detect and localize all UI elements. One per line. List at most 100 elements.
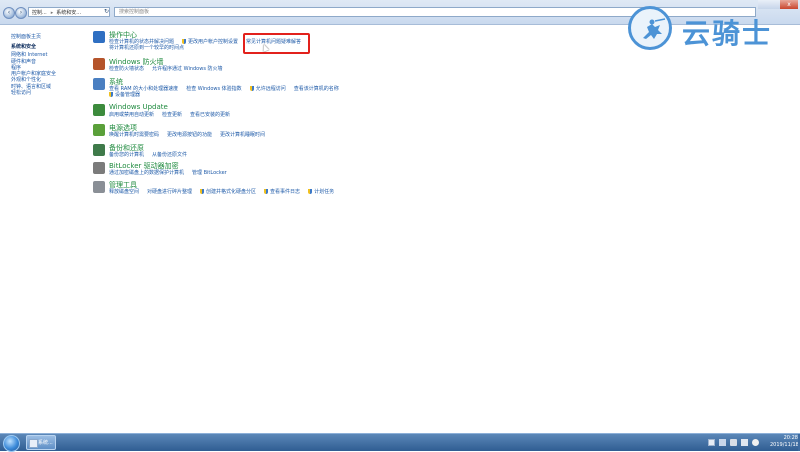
windows-firewall-icon[interactable]	[93, 58, 105, 70]
task-link-label: 从备份还原文件	[152, 152, 188, 158]
category-links: 启用或禁用自动更新 检查更新 查看已安装的更新	[109, 112, 709, 118]
clock-date: 2019/11/18	[770, 442, 799, 448]
clock[interactable]: 20:28 2019/11/18	[770, 435, 799, 449]
left-nav-list: 系统和安全 网络和 Internet 硬件和声音 程序 用户帐户和家庭安全 外观…	[11, 44, 56, 96]
task-link[interactable]: 允许远程访问	[249, 86, 286, 92]
knight-rider-icon	[643, 18, 666, 39]
category-links: 释放磁盘空间 对硬盘进行碎片整理 创建并格式化硬盘分区 查看事件日志 计划任务	[109, 189, 709, 195]
link-row: 将计算机还原到一个较早的时间点	[109, 45, 709, 51]
task-link-label: 检查防火墙状态	[109, 66, 145, 72]
address-segment-system-security[interactable]: 系统和安...	[56, 10, 81, 16]
task-link-label: 将计算机还原到一个较早的时间点	[109, 45, 185, 51]
control-panel-icon	[29, 439, 38, 448]
taskbar-button-control-panel[interactable]: 系统...	[26, 435, 56, 450]
task-link[interactable]: 检查更新	[162, 112, 182, 118]
back-button[interactable]: ‹	[3, 7, 15, 19]
logo-badge	[628, 6, 672, 50]
task-link[interactable]: 从备份还原文件	[152, 152, 187, 158]
task-link-label: 允许远程访问	[255, 86, 286, 92]
uac-shield-icon	[182, 39, 187, 44]
network-icon[interactable]	[719, 439, 726, 446]
input-method-icon[interactable]	[730, 439, 737, 446]
brand-logo: 云骑士	[628, 4, 798, 56]
task-link-label: 查看事件日志	[270, 189, 301, 195]
task-link[interactable]: 检查防火墙状态	[109, 66, 144, 72]
forward-button[interactable]: ›	[15, 7, 27, 19]
task-link-label: 允许程序通过 Windows 防火墙	[152, 66, 223, 72]
task-link[interactable]: 管理 BitLocker	[192, 170, 227, 176]
power-options-icon[interactable]	[93, 124, 105, 136]
task-link[interactable]: 对硬盘进行碎片整理	[147, 189, 192, 195]
task-link[interactable]: 将计算机还原到一个较早的时间点	[109, 45, 184, 51]
chevron-right-icon: ▸	[50, 10, 54, 16]
task-link[interactable]: 更改计算机睡眠时间	[220, 132, 265, 138]
task-link-label: 检查 Windows 体验指数	[186, 86, 242, 92]
bitlocker-icon[interactable]	[93, 162, 105, 174]
task-link-label: 释放磁盘空间	[109, 189, 140, 195]
task-link[interactable]: 更改电源按钮的功能	[167, 132, 212, 138]
task-link-label: 更改电源按钮的功能	[167, 132, 213, 138]
control-panel-home-link[interactable]: 控制面板主页	[11, 33, 41, 40]
address-bar[interactable]: 控制... ▸ 系统和安...	[28, 7, 110, 17]
start-button[interactable]	[3, 435, 20, 452]
link-row: 释放磁盘空间 对硬盘进行碎片整理 创建并格式化硬盘分区 查看事件日志 计划任务	[109, 189, 709, 195]
keyboard-icon[interactable]	[741, 439, 748, 446]
task-link[interactable]: 唤醒计算机时需要密码	[109, 132, 159, 138]
link-row: 设备管理器	[109, 92, 709, 98]
task-link[interactable]: 查看事件日志	[264, 189, 300, 195]
windows-update-icon[interactable]	[93, 104, 105, 116]
left-nav-pane: 控制面板主页 系统和安全 网络和 Internet 硬件和声音 程序 用户帐户和…	[0, 25, 90, 432]
link-row: 备份您的计算机 从备份还原文件	[109, 152, 709, 158]
task-link[interactable]: 备份您的计算机	[109, 152, 144, 158]
task-link[interactable]: 通过加密磁盘上的数据保护计算机	[109, 170, 184, 176]
uac-shield-icon	[109, 92, 113, 97]
address-segment-control-panel[interactable]: 控制...	[32, 10, 47, 16]
task-link-label: 备份您的计算机	[109, 152, 145, 158]
category-links: 通过加密磁盘上的数据保护计算机 管理 BitLocker	[109, 170, 709, 176]
uac-shield-icon	[308, 189, 313, 194]
flag-icon[interactable]	[708, 439, 715, 446]
category-links: 备份您的计算机 从备份还原文件	[109, 152, 709, 158]
task-link-label: 查看已安装的更新	[190, 112, 231, 118]
task-link-label: 更改用户帐户控制设置	[188, 39, 239, 45]
category-title[interactable]: Windows Update	[109, 103, 168, 111]
taskbar-button-label: 系统...	[38, 440, 53, 446]
task-link[interactable]: 计划任务	[308, 189, 334, 195]
category-links: 查看 RAM 的大小和处理器速度 检查 Windows 体验指数 允许远程访问 查看该…	[109, 86, 709, 98]
task-link-label: 计划任务	[314, 189, 335, 195]
task-link[interactable]: 启用或禁用自动更新	[109, 112, 154, 118]
system-icon[interactable]	[93, 78, 105, 90]
link-row: 启用或禁用自动更新 检查更新 查看已安装的更新	[109, 112, 709, 118]
refresh-icon[interactable]: ↻	[104, 8, 111, 16]
task-link-label: 创建并格式化硬盘分区	[206, 189, 257, 195]
category-links: 唤醒计算机时需要密码 更改电源按钮的功能 更改计算机睡眠时间	[109, 132, 709, 138]
backup-restore-icon[interactable]	[93, 144, 105, 156]
admin-tools-icon[interactable]	[93, 181, 105, 193]
task-link[interactable]: 查看已安装的更新	[190, 112, 230, 118]
task-link-label: 更改计算机睡眠时间	[220, 132, 266, 138]
task-link[interactable]: 设备管理器	[109, 92, 140, 98]
logo-text: 云骑士	[682, 17, 773, 50]
uac-shield-icon	[249, 86, 254, 91]
task-link[interactable]: 允许程序通过 Windows 防火墙	[152, 66, 223, 72]
task-link[interactable]: 创建并格式化硬盘分区	[200, 189, 256, 195]
highlight-box	[243, 33, 310, 54]
link-row: 通过加密磁盘上的数据保护计算机 管理 BitLocker	[109, 170, 709, 176]
task-link-label: 查看该计算机的名称	[293, 86, 339, 92]
task-link-label: 对硬盘进行碎片整理	[147, 189, 193, 195]
category-links: 检查计算机的状态并解决问题 更改用户帐户控制设置 常见计算机问题疑难解答 将计算机还原…	[109, 39, 709, 51]
task-link-label: 唤醒计算机时需要密码	[109, 132, 160, 138]
task-link[interactable]: 检查 Windows 体验指数	[186, 86, 242, 92]
task-link-label: 设备管理器	[115, 92, 141, 98]
task-link-label: 启用或禁用自动更新	[109, 112, 155, 118]
left-nav-item-ease-of-access[interactable]: 轻松访问	[11, 90, 56, 96]
task-link[interactable]: 释放磁盘空间	[109, 189, 139, 195]
task-link[interactable]: 查看该计算机的名称	[294, 86, 339, 92]
volume-icon[interactable]	[752, 439, 759, 446]
category-links: 检查防火墙状态 允许程序通过 Windows 防火墙	[109, 66, 709, 72]
left-nav-item-system-security[interactable]: 系统和安全	[11, 44, 56, 50]
task-link-label: 通过加密磁盘上的数据保护计算机	[109, 170, 185, 176]
link-row: 唤醒计算机时需要密码 更改电源按钮的功能 更改计算机睡眠时间	[109, 132, 709, 138]
task-link-label: 管理 BitLocker	[192, 170, 227, 176]
action-center-icon[interactable]	[93, 31, 105, 43]
